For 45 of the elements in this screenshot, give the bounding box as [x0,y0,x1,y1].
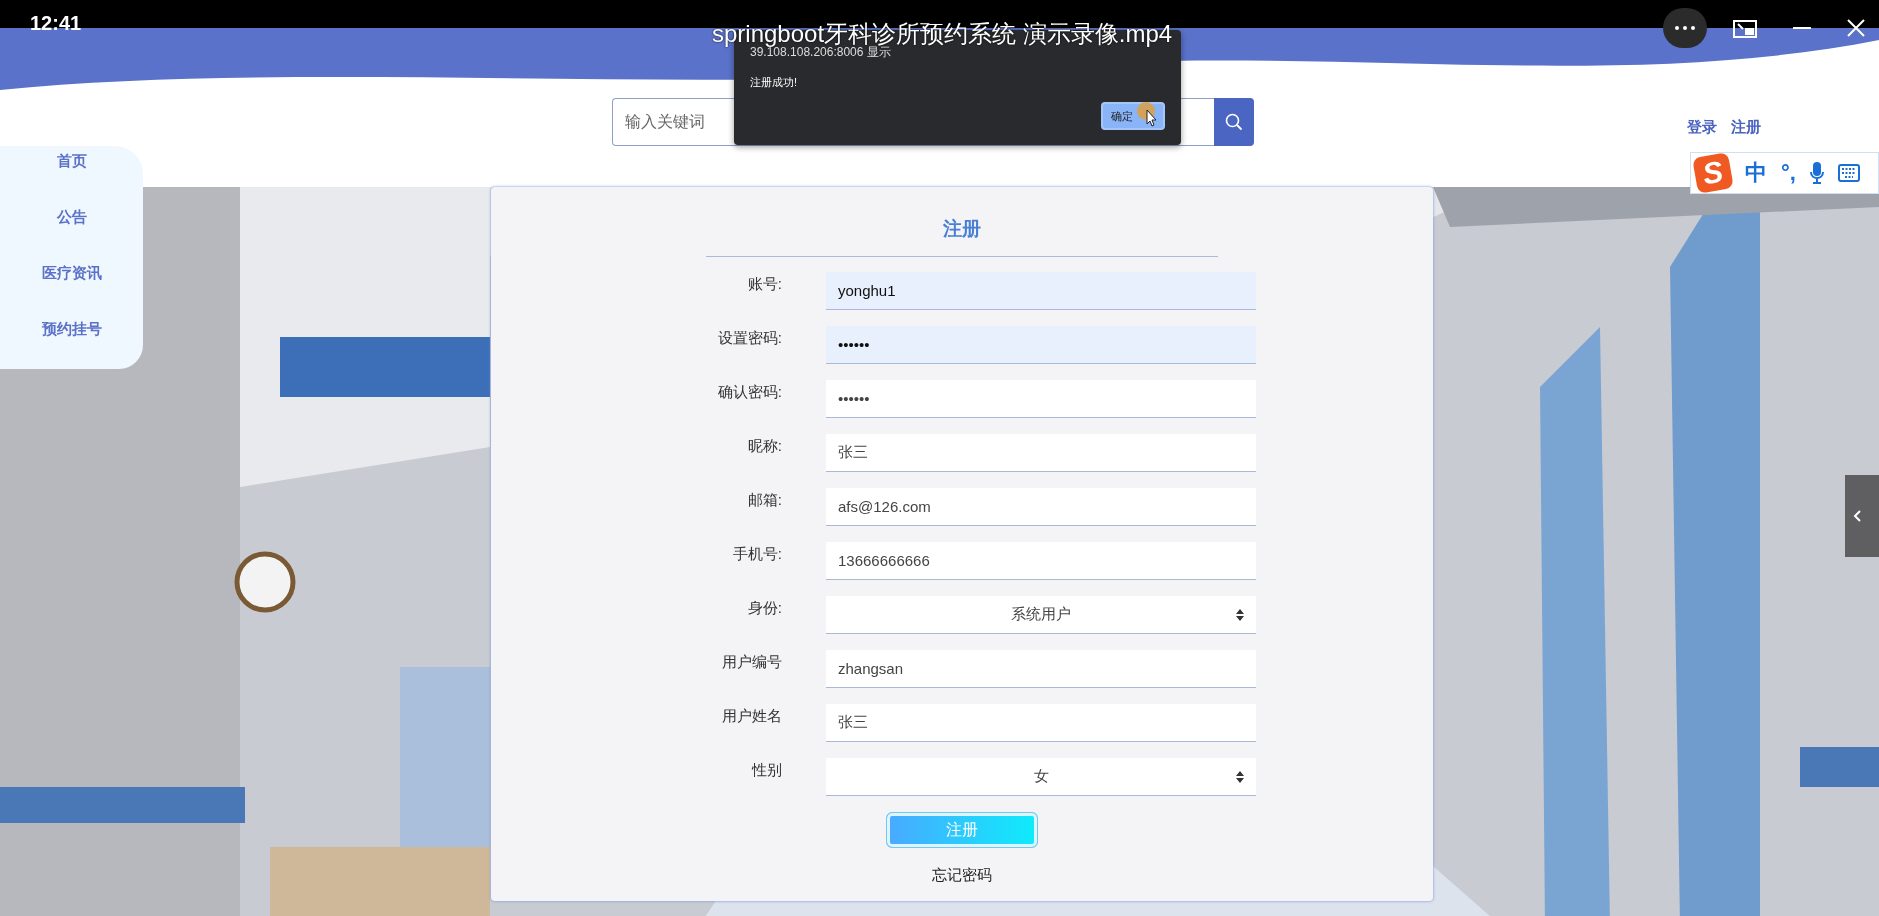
minimize-icon[interactable] [1793,26,1811,30]
header-link[interactable]: 注册 [1731,117,1761,137]
chevron-icon [1853,510,1861,522]
updown-icon [1236,609,1244,621]
input-field[interactable]: 13666666666 [826,542,1256,580]
field-label: 用户姓名 [721,706,782,726]
field-label: 设置密码: [716,328,782,348]
more-button[interactable] [1663,8,1707,48]
close-icon[interactable] [1847,19,1865,37]
form-title: 注册 [943,217,981,241]
search-button[interactable] [1214,98,1254,146]
field-label: 手机号: [731,544,782,564]
forgot-password-link[interactable]: 忘记密码 [932,866,992,885]
input-mode-toggle[interactable]: 中 [1745,158,1767,188]
field-label: 性别 [750,760,782,780]
alert-message: 注册成功! [750,75,799,90]
input-field[interactable]: 张三 [826,704,1256,742]
input-field[interactable]: •••••• [826,380,1256,418]
field-label: 昵称: [746,436,782,456]
keyboard-icon[interactable] [1837,164,1860,182]
input-field[interactable]: zhangsan [826,650,1256,688]
punctuation-toggle[interactable]: °, [1781,160,1796,186]
input-field[interactable]: yonghu1 [826,272,1256,310]
sidebar-item[interactable]: 医疗资讯 [41,264,102,282]
input-field[interactable]: •••••• [826,326,1256,364]
field-label: 邮箱: [746,490,782,510]
field-label: 确认密码: [716,382,782,402]
select-field[interactable]: 系统用户 [826,596,1256,634]
select-field[interactable]: 女 [826,758,1256,796]
input-field[interactable]: 张三 [826,434,1256,472]
picture-in-picture-icon[interactable] [1733,18,1757,38]
field-label: 账号: [746,274,782,294]
search-icon [1225,113,1243,131]
microphone-icon[interactable] [1809,162,1824,184]
more-icon [1675,26,1695,30]
field-label: 身份: [746,598,782,618]
field-label: 用户编号 [721,652,782,672]
updown-icon [1236,771,1244,783]
cursor-icon [1137,102,1159,128]
header-link[interactable]: 登录 [1687,117,1717,137]
sidebar-item[interactable]: 公告 [56,208,87,226]
ime-logo: S [1692,152,1734,194]
sidebar-item[interactable]: 预约挂号 [41,320,102,338]
sidebar-item[interactable]: 首页 [56,152,87,170]
input-field[interactable]: afs@126.com [826,488,1256,526]
